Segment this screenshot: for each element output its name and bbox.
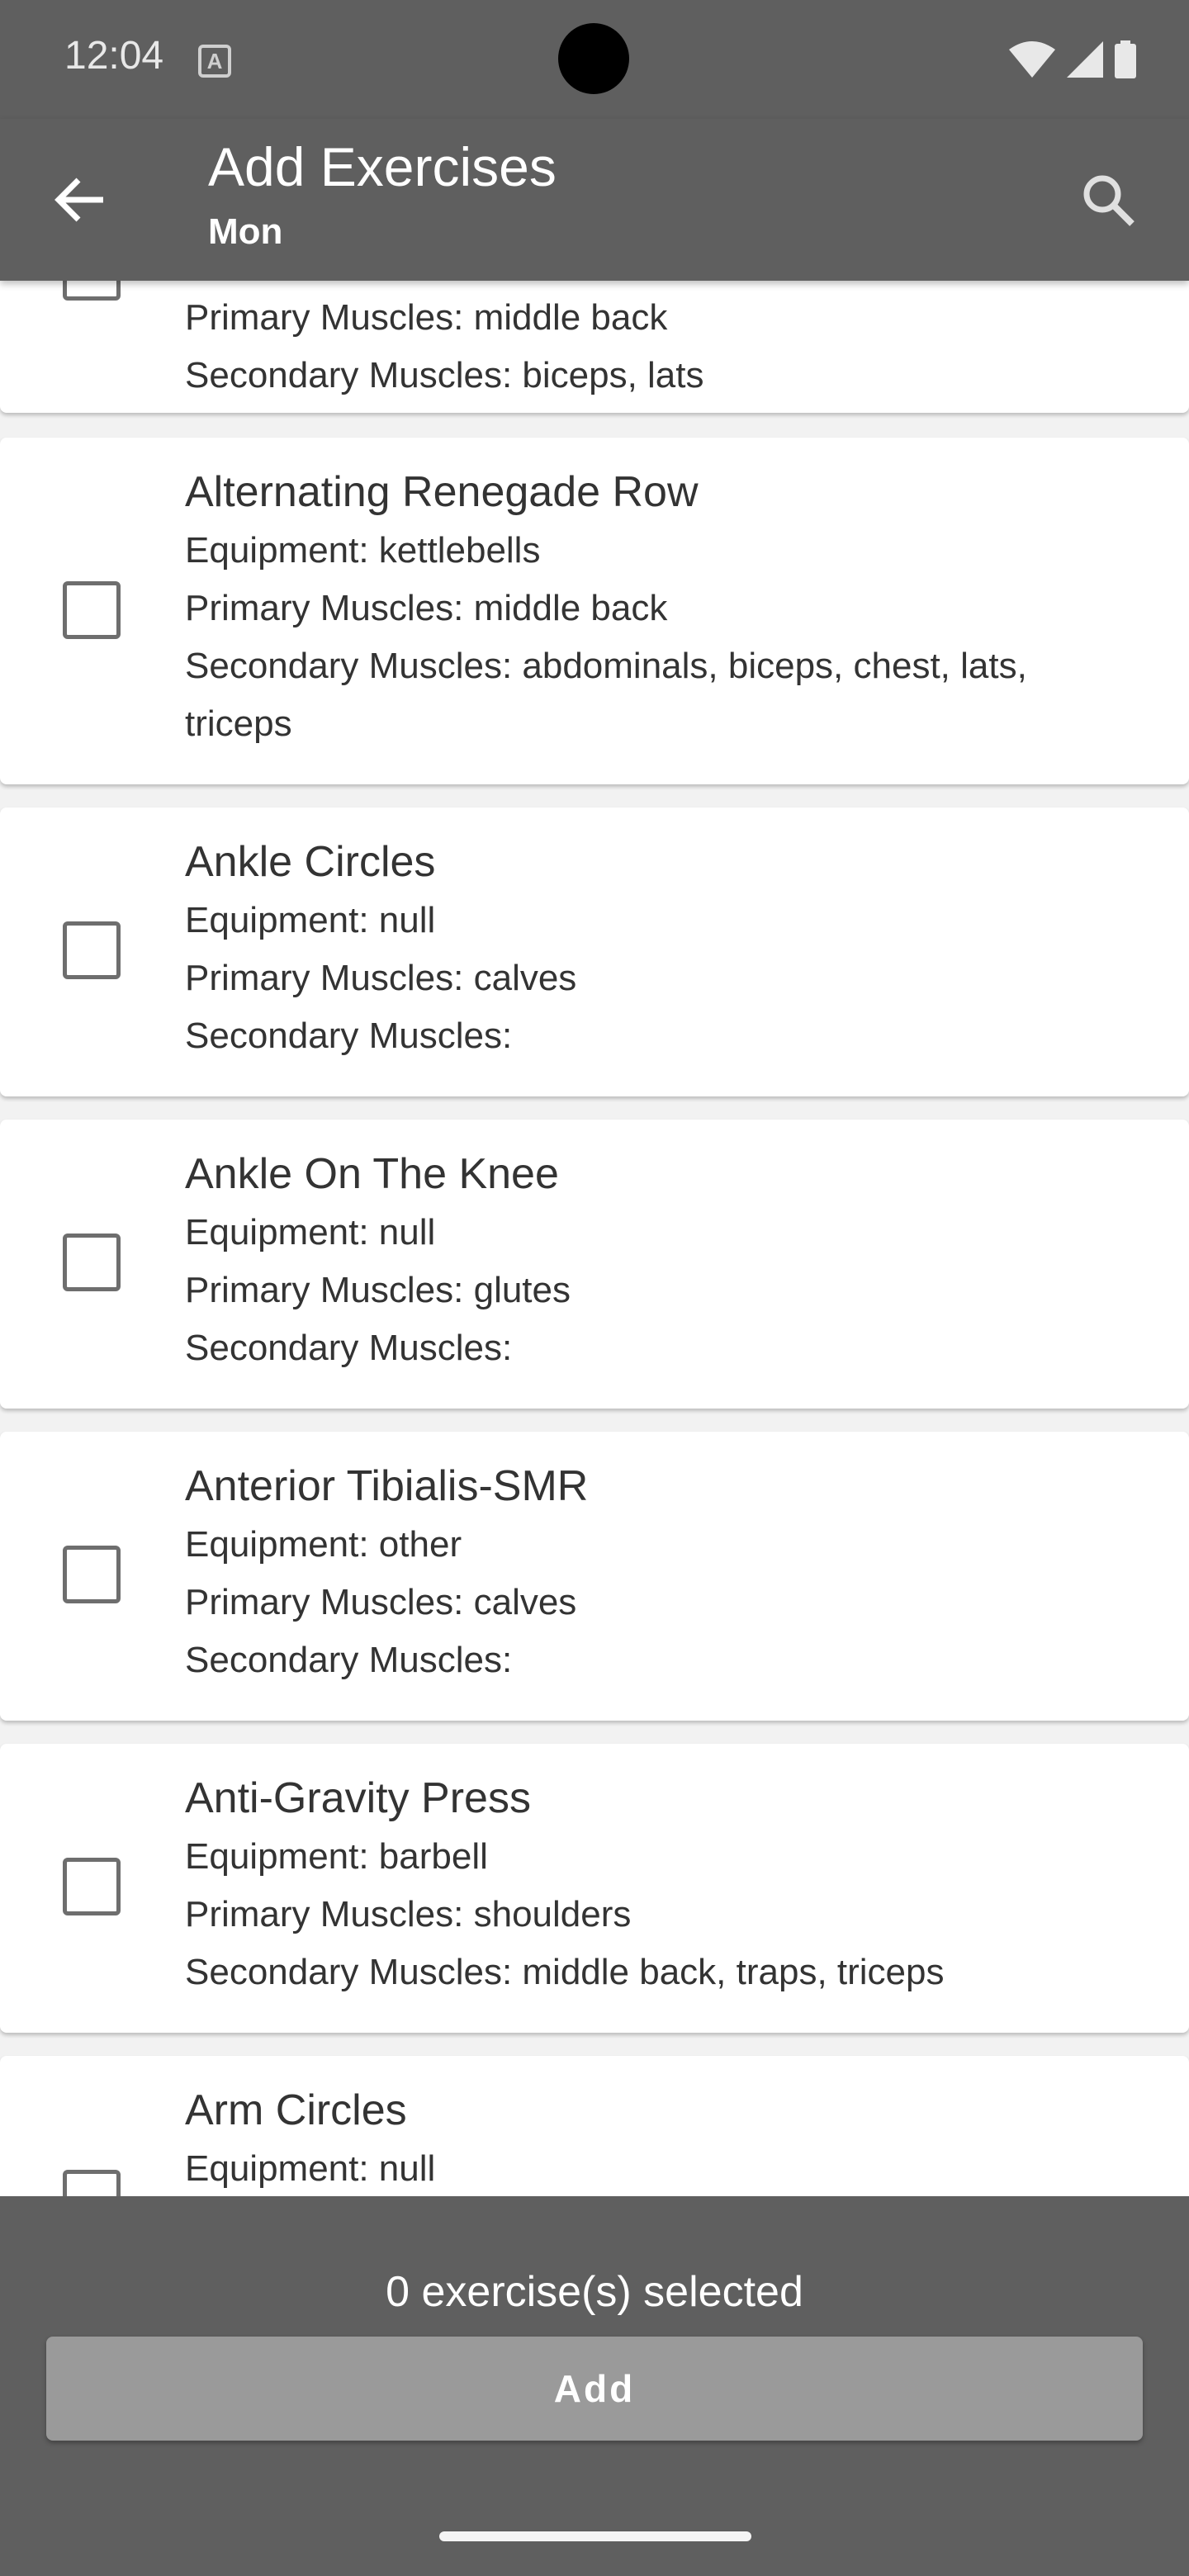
exercise-name: Arm Circles (185, 2086, 407, 2134)
exercise-checkbox[interactable] (63, 1546, 121, 1603)
exercise-checkbox[interactable] (63, 1234, 121, 1291)
primary-muscles: Primary Muscles: glutes (185, 1270, 571, 1310)
exercise-checkbox[interactable] (63, 2170, 121, 2196)
primary-muscles: Primary Muscles: calves (185, 1582, 577, 1622)
app-bar: Add Exercises Mon (0, 119, 1189, 281)
page-title: Add Exercises (208, 136, 557, 197)
secondary-muscles: Secondary Muscles: middle back, traps, t… (185, 1952, 945, 1992)
arrow-back-icon (54, 178, 103, 222)
selected-count: 0 exercise(s) selected (386, 2268, 803, 2316)
wifi-icon (1009, 41, 1055, 78)
secondary-muscles: Secondary Muscles: (185, 1328, 513, 1368)
cell-signal-icon (1067, 41, 1103, 78)
secondary-muscles-cont: triceps (185, 703, 292, 744)
primary-muscles: Primary Muscles: middle back (185, 588, 668, 628)
exercise-card[interactable]: Primary Muscles: middle back Secondary M… (0, 281, 1189, 413)
equipment: Equipment: barbell (185, 1836, 488, 1877)
status-bar: 12:04 A (0, 0, 1189, 119)
search-button[interactable] (1075, 167, 1141, 233)
exercise-name: Alternating Renegade Row (185, 468, 699, 516)
secondary-muscles: Secondary Muscles: (185, 1016, 513, 1056)
exercise-card[interactable]: Alternating Renegade Row Equipment: kett… (0, 438, 1189, 784)
exercise-name: Anti-Gravity Press (185, 1774, 531, 1822)
exercise-name: Ankle Circles (185, 838, 436, 886)
primary-muscles: Primary Muscles: calves (185, 958, 577, 998)
status-icons (1009, 40, 1136, 79)
secondary-muscles: Secondary Muscles: biceps, lats (185, 355, 704, 395)
exercise-card[interactable]: Anterior Tibialis-SMR Equipment: other P… (0, 1432, 1189, 1721)
bottom-panel: 0 exercise(s) selected Add (0, 2196, 1189, 2576)
exercise-name: Ankle On The Knee (185, 1150, 559, 1198)
exercise-list[interactable]: Primary Muscles: middle back Secondary M… (0, 281, 1189, 2196)
exercise-checkbox[interactable] (63, 1858, 121, 1915)
primary-muscles: Primary Muscles: shoulders (185, 1894, 632, 1934)
exercise-card[interactable]: Ankle Circles Equipment: null Primary Mu… (0, 807, 1189, 1096)
equipment: Equipment: null (185, 900, 436, 940)
search-icon (1083, 175, 1135, 226)
equipment: Equipment: null (185, 1212, 436, 1252)
equipment: Equipment: other (185, 1524, 462, 1565)
battery-icon (1115, 40, 1136, 78)
home-indicator[interactable] (439, 2531, 751, 2541)
secondary-muscles: Secondary Muscles: (185, 1640, 513, 1680)
add-button[interactable]: Add (46, 2337, 1143, 2441)
exercise-checkbox[interactable] (63, 581, 121, 639)
secondary-muscles: Secondary Muscles: abdominals, biceps, c… (185, 646, 1027, 686)
exercise-card[interactable]: Ankle On The Knee Equipment: null Primar… (0, 1120, 1189, 1409)
notification-a-icon: A (198, 45, 231, 78)
exercise-checkbox[interactable] (63, 281, 121, 301)
exercise-name: Anterior Tibialis-SMR (185, 1462, 589, 1510)
camera-cutout (558, 23, 629, 94)
equipment: Equipment: kettlebells (185, 530, 541, 571)
exercise-card[interactable]: Arm Circles Equipment: null (0, 2056, 1189, 2196)
page-subtitle: Mon (208, 211, 283, 252)
back-button[interactable] (46, 167, 112, 233)
primary-muscles: Primary Muscles: middle back (185, 297, 668, 338)
equipment: Equipment: null (185, 2148, 436, 2189)
status-time: 12:04 (64, 34, 164, 78)
exercise-checkbox[interactable] (63, 921, 121, 979)
exercise-card[interactable]: Anti-Gravity Press Equipment: barbell Pr… (0, 1744, 1189, 2033)
